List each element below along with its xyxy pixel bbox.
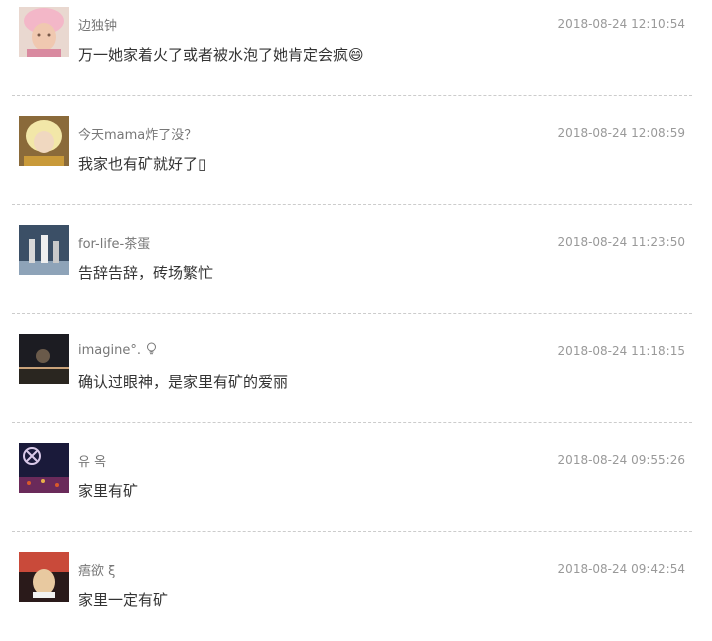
comment-text: 万一她家着火了或者被水泡了她肯定会疯😄	[78, 46, 364, 64]
timestamp: 2018-08-24 09:55:26	[557, 453, 685, 467]
timestamp: 2018-08-24 12:10:54	[557, 17, 685, 31]
avatar[interactable]	[19, 334, 69, 384]
username[interactable]: for-life-茶蛋	[78, 233, 150, 252]
comment-text: 家里一定有矿	[78, 591, 169, 609]
comment-text: 我家也有矿就好了▯	[78, 155, 207, 173]
comment-text: 家里有矿	[78, 482, 139, 500]
comment-item: for-life-茶蛋 2018-08-24 11:23:50 告辞告辞，砖场繁…	[12, 205, 692, 314]
comment-item: 痦欲 ξ 2018-08-24 09:42:54 家里一定有矿	[12, 532, 692, 641]
username[interactable]: 边独钟	[78, 15, 117, 34]
timestamp: 2018-08-24 11:18:15	[557, 344, 685, 358]
timestamp: 2018-08-24 12:08:59	[557, 126, 685, 140]
username[interactable]: 痦欲 ξ	[78, 560, 115, 579]
username-text: imagine°.	[78, 343, 141, 358]
comment-text: 确认过眼神，是家里有矿的爱丽	[78, 373, 289, 391]
timestamp: 2018-08-24 09:42:54	[557, 562, 685, 576]
avatar[interactable]	[19, 443, 69, 493]
comment-item: imagine°. 2018-08-24 11:18:15 确认过眼神，是家里有…	[12, 314, 692, 423]
username[interactable]: 今天mama炸了没？	[78, 124, 197, 143]
avatar[interactable]	[19, 552, 69, 602]
username[interactable]: imagine°.	[78, 342, 157, 359]
comment-item: 边独钟 2018-08-24 12:10:54 万一她家着火了或者被水泡了她肯定…	[12, 0, 692, 96]
comment-text: 告辞告辞，砖场繁忙	[78, 264, 214, 282]
comment-list: 边独钟 2018-08-24 12:10:54 万一她家着火了或者被水泡了她肯定…	[12, 0, 692, 641]
comment-item: 今天mama炸了没？ 2018-08-24 12:08:59 我家也有矿就好了▯	[12, 96, 692, 205]
comment-item: 유 옥 2018-08-24 09:55:26 家里有矿	[12, 423, 692, 532]
avatar[interactable]	[19, 7, 69, 57]
lightbulb-icon	[146, 342, 157, 359]
avatar[interactable]	[19, 225, 69, 275]
avatar[interactable]	[19, 116, 69, 166]
username[interactable]: 유 옥	[78, 451, 106, 470]
timestamp: 2018-08-24 11:23:50	[557, 235, 685, 249]
